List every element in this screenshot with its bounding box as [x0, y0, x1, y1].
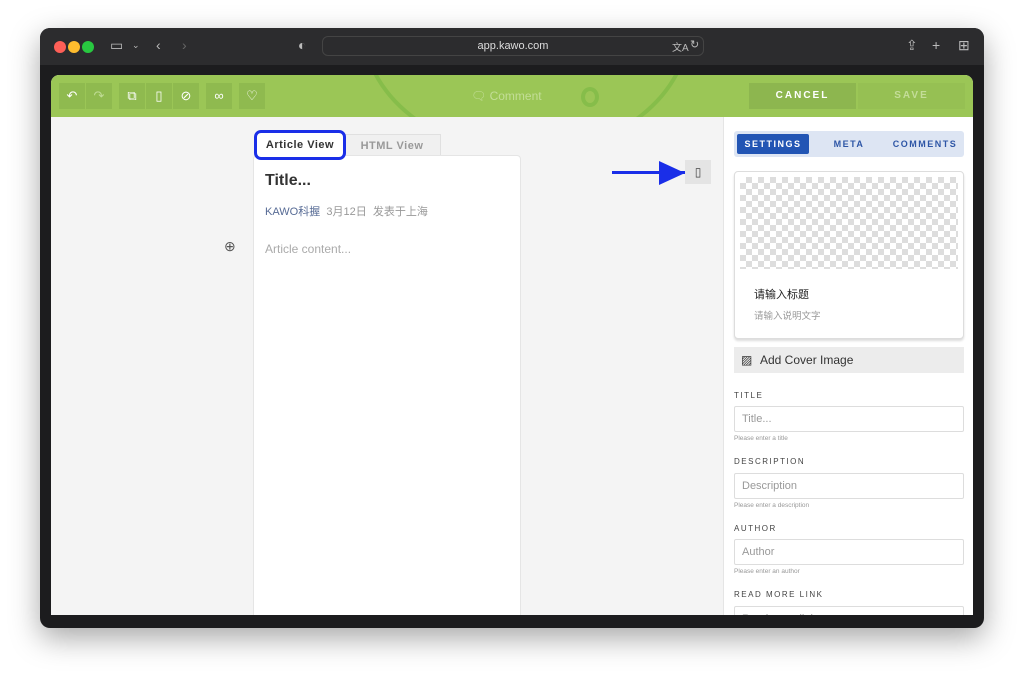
forward-icon[interactable]: ›: [182, 37, 187, 53]
description-label: DESCRIPTION: [734, 457, 806, 466]
article-preview: Title... KAWO科握 3月12日 发表于上海 Article cont…: [253, 155, 521, 615]
tab-html-view[interactable]: HTML View: [343, 134, 441, 156]
cover-image-placeholder: [740, 177, 958, 269]
clipboard-button[interactable]: ▯: [146, 83, 172, 109]
description-hint: Please enter a description: [734, 502, 810, 509]
shield-icon[interactable]: ◐: [298, 37, 306, 53]
close-window-button[interactable]: [54, 41, 66, 53]
article-content[interactable]: Article content...: [265, 242, 351, 256]
add-cover-image-button[interactable]: ▨ Add Cover Image: [734, 347, 964, 373]
sidebar-icon[interactable]: ▭: [110, 37, 123, 54]
favorite-button[interactable]: ♡: [239, 83, 265, 109]
author-hint: Please enter an author: [734, 568, 800, 575]
maximize-window-button[interactable]: [82, 41, 94, 53]
back-icon[interactable]: ‹: [156, 37, 161, 53]
share-icon[interactable]: ⇪: [906, 37, 918, 54]
translate-icon[interactable]: 文A: [672, 39, 689, 54]
read-more-link-input[interactable]: Read more link: [734, 606, 964, 615]
add-cover-label: Add Cover Image: [760, 353, 854, 367]
link-button[interactable]: ∞: [206, 83, 232, 109]
tab-meta[interactable]: META: [814, 134, 884, 154]
article-meta: KAWO科握 3月12日 发表于上海: [265, 203, 428, 219]
redo-button[interactable]: ↷: [86, 83, 112, 109]
comment-icon: 🗨: [471, 89, 487, 103]
panel-tabs: SETTINGS META COMMENTS: [734, 131, 964, 157]
article-title[interactable]: Title...: [265, 172, 311, 190]
author-label: AUTHOR: [734, 524, 777, 533]
image-icon: ▨: [741, 353, 753, 367]
copy-button[interactable]: ⧉: [119, 83, 145, 109]
settings-panel: SETTINGS META COMMENTS 请输入标题 请输入说明文字 ▨ Ad…: [723, 117, 973, 615]
tab-settings[interactable]: SETTINGS: [737, 134, 809, 154]
tab-article-view[interactable]: Article View: [254, 130, 346, 160]
cancel-button[interactable]: CANCEL: [749, 83, 856, 109]
article-author: KAWO科握: [265, 206, 321, 218]
author-input[interactable]: Author: [734, 539, 964, 565]
tab-overview-icon[interactable]: ⊞: [958, 37, 970, 54]
title-input[interactable]: Title...: [734, 406, 964, 432]
editor-toolbar: ↶ ↷ ⧉ ▯ ⊘ ∞ ♡ 🗨 Comment CANCEL SAVE: [51, 75, 973, 117]
minimize-window-button[interactable]: [68, 41, 80, 53]
reload-icon[interactable]: ↻: [690, 38, 699, 51]
cover-title: 请输入标题: [754, 289, 809, 301]
mobile-preview-button[interactable]: ▯: [685, 160, 711, 184]
browser-window: ▭ ⌄ ‹ › ◐ app.kawo.com 文A ↻ ⇪ + ⊞ ↶ ↷ ⧉ …: [40, 28, 984, 628]
title-hint: Please enter a title: [734, 435, 788, 442]
chevron-down-icon[interactable]: ⌄: [132, 40, 140, 51]
address-bar[interactable]: app.kawo.com: [322, 36, 704, 56]
block-button[interactable]: ⊘: [173, 83, 199, 109]
phone-icon: ▯: [694, 165, 702, 179]
comment-label: Comment: [489, 89, 542, 103]
new-tab-icon[interactable]: +: [932, 37, 940, 53]
save-button[interactable]: SAVE: [858, 83, 965, 109]
undo-button[interactable]: ↶: [59, 83, 85, 109]
description-input[interactable]: Description: [734, 473, 964, 499]
browser-titlebar: ▭ ⌄ ‹ › ◐ app.kawo.com 文A ↻ ⇪ + ⊞: [40, 28, 984, 65]
cover-description: 请输入说明文字: [754, 311, 821, 322]
tab-comments[interactable]: COMMENTS: [886, 134, 964, 154]
add-block-icon[interactable]: ⊕: [224, 238, 236, 255]
read-more-link-label: READ MORE LINK: [734, 590, 824, 599]
article-date: 3月12日: [326, 206, 367, 218]
article-location: 发表于上海: [372, 206, 428, 218]
annotation-arrowhead: [659, 161, 685, 185]
title-label: TITLE: [734, 391, 764, 400]
comment-button[interactable]: 🗨 Comment: [465, 83, 555, 109]
article-editor-modal: ↶ ↷ ⧉ ▯ ⊘ ∞ ♡ 🗨 Comment CANCEL SAVE ⊕ HT…: [51, 75, 973, 615]
cover-preview-card: 请输入标题 请输入说明文字: [734, 171, 964, 339]
